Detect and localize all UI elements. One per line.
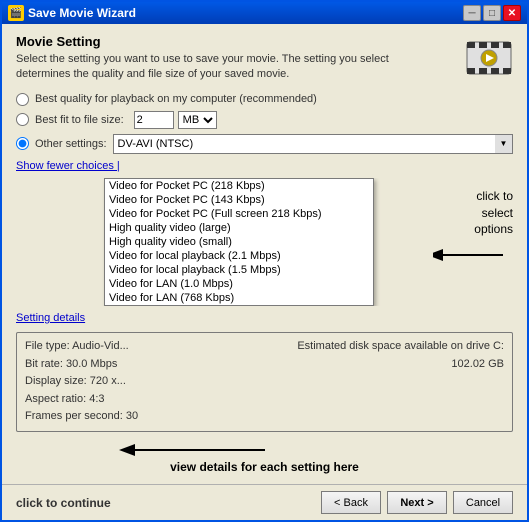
details-left: File type: Audio-Vid... Bit rate: 30.0 M… (25, 338, 287, 426)
click-select-annotation: click toselectoptions (403, 188, 513, 270)
movie-icon (465, 34, 513, 82)
wizard-window: 🎬 Save Movie Wizard ─ □ ✕ Movie Setting … (0, 0, 529, 522)
footer-buttons: < Back Next > Cancel (321, 491, 513, 514)
show-fewer-row: Show fewer choices | (16, 160, 513, 172)
back-button[interactable]: < Back (321, 491, 381, 514)
title-bar: 🎬 Save Movie Wizard ─ □ ✕ (2, 2, 527, 24)
next-button[interactable]: Next > (387, 491, 447, 514)
details-row: File type: Audio-Vid... Bit rate: 30.0 M… (25, 338, 504, 426)
minimize-button[interactable]: ─ (463, 5, 481, 21)
window-title: Save Movie Wizard (28, 6, 136, 20)
dropdown-list[interactable]: Video for Pocket PC (218 Kbps) Video for… (104, 178, 374, 306)
window-icon: 🎬 (8, 5, 24, 21)
details-box: File type: Audio-Vid... Bit rate: 30.0 M… (16, 332, 513, 432)
bottom-annotation-text: view details for each setting here (170, 460, 359, 474)
best-fit-label: Best fit to file size: (35, 114, 124, 126)
best-fit-row: Best fit to file size: MB (16, 111, 513, 129)
header-text: Movie Setting Select the setting you wan… (16, 34, 416, 83)
maximize-button[interactable]: □ (483, 5, 501, 21)
list-item[interactable]: Video for local playback (2.1 Mbps) (105, 249, 373, 263)
file-size-unit-select[interactable]: MB (178, 111, 217, 129)
list-item[interactable]: Video for broadband (512 Kbps) (105, 305, 373, 306)
list-item[interactable]: High quality video (small) (105, 235, 373, 249)
other-settings-radio[interactable] (16, 137, 29, 150)
section-description: Select the setting you want to use to sa… (16, 52, 416, 83)
section-title: Movie Setting (16, 34, 416, 49)
list-item[interactable]: Video for Pocket PC (143 Kbps) (105, 193, 373, 207)
close-button[interactable]: ✕ (503, 5, 521, 21)
dropdown-annotation-area: Video for Pocket PC (218 Kbps) Video for… (16, 178, 513, 306)
wizard-footer: click to continue < Back Next > Cancel (2, 484, 527, 520)
header-section: Movie Setting Select the setting you wan… (16, 34, 513, 83)
click-select-arrow (433, 240, 513, 270)
title-bar-left: 🎬 Save Movie Wizard (8, 5, 136, 21)
click-to-continue-label: click to continue (16, 496, 111, 510)
setting-details-link[interactable]: Setting details (16, 312, 85, 324)
display-size-detail: Display size: 720 x... (25, 373, 287, 391)
list-item[interactable]: Video for LAN (768 Kbps) (105, 291, 373, 305)
main-content: Movie Setting Select the setting you wan… (2, 24, 527, 484)
bottom-annotation: view details for each setting here (16, 440, 513, 474)
best-quality-label: Best quality for playback on my computer… (35, 93, 317, 105)
disk-space-value: 102.02 GB (297, 356, 504, 374)
disk-space-label: Estimated disk space available on drive … (297, 338, 504, 356)
combo-dropdown-button[interactable]: ▼ (495, 134, 513, 154)
aspect-ratio-detail: Aspect ratio: 4:3 (25, 391, 287, 409)
list-item[interactable]: High quality video (large) (105, 221, 373, 235)
bit-rate-detail: Bit rate: 30.0 Mbps (25, 356, 287, 374)
file-type-detail: File type: Audio-Vid... (25, 338, 287, 356)
details-right: Estimated disk space available on drive … (297, 338, 504, 373)
title-bar-buttons: ─ □ ✕ (463, 5, 521, 21)
best-fit-radio[interactable] (16, 113, 29, 126)
other-settings-row: Other settings: ▼ (16, 134, 513, 154)
frames-per-second-detail: Frames per second: 30 (25, 408, 287, 426)
bottom-arrow-svg (115, 440, 415, 460)
file-size-input[interactable] (134, 111, 174, 129)
list-item[interactable]: Video for Pocket PC (Full screen 218 Kbp… (105, 207, 373, 221)
click-select-text: click toselectoptions (474, 188, 513, 238)
setting-details-row: Setting details (16, 312, 513, 324)
show-fewer-link[interactable]: Show fewer choices | (16, 160, 120, 172)
settings-combo-input[interactable] (113, 134, 513, 154)
settings-combo-wrapper: ▼ (113, 134, 513, 154)
list-item[interactable]: Video for local playback (1.5 Mbps) (105, 263, 373, 277)
file-size-controls: MB (134, 111, 217, 129)
list-item[interactable]: Video for Pocket PC (218 Kbps) (105, 179, 373, 193)
best-quality-row: Best quality for playback on my computer… (16, 93, 513, 106)
click-to-continue-text: click to continue (16, 496, 111, 510)
list-item[interactable]: Video for LAN (1.0 Mbps) (105, 277, 373, 291)
other-settings-label: Other settings: (35, 138, 107, 150)
cancel-button[interactable]: Cancel (453, 491, 513, 514)
best-quality-radio[interactable] (16, 93, 29, 106)
radio-group: Best quality for playback on my computer… (16, 93, 513, 154)
